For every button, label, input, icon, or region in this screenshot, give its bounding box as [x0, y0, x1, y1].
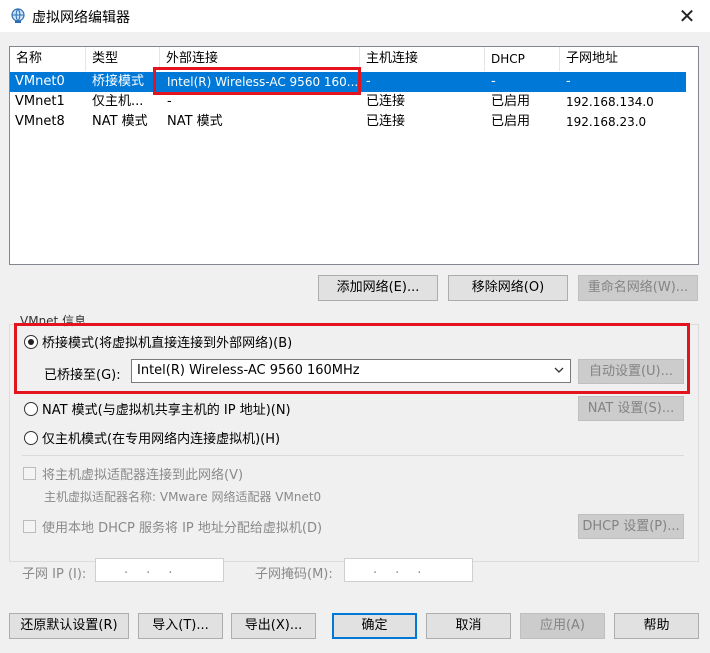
row-host: 已连接	[366, 94, 406, 109]
dhcp-label: 使用本地 DHCP 服务将 IP 地址分配给虚拟机(D)	[42, 521, 323, 536]
row-subnet: 192.168.134.0	[566, 95, 654, 109]
import-button[interactable]: 导入(T)...	[138, 613, 223, 639]
restore-defaults-button[interactable]: 还原默认设置(R)	[9, 613, 129, 639]
row-external: -	[167, 94, 172, 109]
column-header-name[interactable]: 名称	[10, 47, 86, 71]
add-network-button[interactable]: 添加网络(E)...	[318, 275, 438, 301]
divider	[22, 455, 684, 456]
window-title: 虚拟网络编辑器	[32, 10, 130, 26]
row-type: 仅主机...	[92, 94, 144, 109]
bridged-mode-label: 桥接模式(将虚拟机直接连接到外部网络)(B)	[42, 336, 293, 351]
row-dhcp: 已启用	[491, 114, 531, 129]
column-header-host[interactable]: 主机连接	[360, 47, 485, 71]
rename-network-button[interactable]: 重命名网络(W)...	[578, 275, 698, 301]
row-type: NAT 模式	[92, 114, 148, 129]
auto-settings-button[interactable]: 自动设置(U)...	[578, 359, 684, 384]
row-subnet: -	[566, 74, 571, 89]
row-name: VMnet8	[15, 114, 65, 129]
column-header-type[interactable]: 类型	[86, 47, 160, 71]
table-row[interactable]: VMnet8 NAT 模式 NAT 模式 已连接 已启用 192.168.23.…	[10, 112, 686, 132]
subnet-mask-label: 子网掩码(M):	[255, 567, 333, 582]
hostonly-mode-radio[interactable]	[24, 431, 38, 445]
remove-network-button[interactable]: 移除网络(O)	[448, 275, 568, 301]
row-external: NAT 模式	[167, 114, 223, 129]
adapter-name-label: 主机虚拟适配器名称: VMware 网络适配器 VMnet0	[44, 490, 322, 504]
apply-button[interactable]: 应用(A)	[520, 613, 605, 639]
nat-mode-radio[interactable]	[24, 402, 38, 416]
nat-settings-button[interactable]: NAT 设置(S)...	[578, 396, 684, 421]
hostonly-mode-label: 仅主机模式(在专用网络内连接虚拟机)(H)	[42, 432, 281, 447]
column-header-dhcp[interactable]: DHCP	[485, 47, 560, 71]
network-globe-icon	[11, 8, 25, 23]
title-bar: 虚拟网络编辑器 ✕	[0, 0, 710, 32]
row-subnet: 192.168.23.0	[566, 115, 647, 129]
close-button[interactable]: ✕	[674, 3, 700, 29]
highlight-external-connection	[153, 67, 361, 95]
bridged-adapter-value: Intel(R) Wireless-AC 9560 160MHz	[137, 363, 360, 378]
table-row[interactable]: VMnet1 仅主机... - 已连接 已启用 192.168.134.0	[10, 92, 686, 112]
bridged-adapter-select[interactable]: Intel(R) Wireless-AC 9560 160MHz	[131, 359, 571, 383]
bridged-mode-radio[interactable]	[24, 335, 38, 349]
dhcp-settings-button[interactable]: DHCP 设置(P)...	[578, 514, 684, 539]
row-host: -	[366, 74, 371, 89]
bridged-to-label: 已桥接至(G):	[44, 368, 121, 383]
ok-button[interactable]: 确定	[332, 613, 417, 639]
connect-adapter-checkbox[interactable]	[23, 467, 36, 480]
row-dhcp: 已启用	[491, 94, 531, 109]
export-button[interactable]: 导出(X)...	[231, 613, 316, 639]
subnet-ip-label: 子网 IP (I):	[22, 567, 87, 582]
row-type: 桥接模式	[92, 74, 145, 89]
dhcp-checkbox[interactable]	[23, 520, 36, 533]
row-name: VMnet1	[15, 94, 65, 109]
subnet-ip-input[interactable]: ...	[95, 558, 224, 582]
cancel-button[interactable]: 取消	[426, 613, 511, 639]
row-dhcp: -	[491, 74, 496, 89]
row-name: VMnet0	[15, 74, 65, 89]
help-button[interactable]: 帮助	[614, 613, 699, 639]
row-host: 已连接	[366, 114, 406, 129]
chevron-down-icon	[554, 367, 564, 373]
connect-adapter-label: 将主机虚拟适配器连接到此网络(V)	[42, 468, 244, 483]
subnet-mask-input[interactable]: ...	[344, 558, 473, 582]
column-header-subnet[interactable]: 子网地址	[560, 47, 698, 71]
nat-mode-label: NAT 模式(与虚拟机共享主机的 IP 地址)(N)	[42, 403, 291, 418]
